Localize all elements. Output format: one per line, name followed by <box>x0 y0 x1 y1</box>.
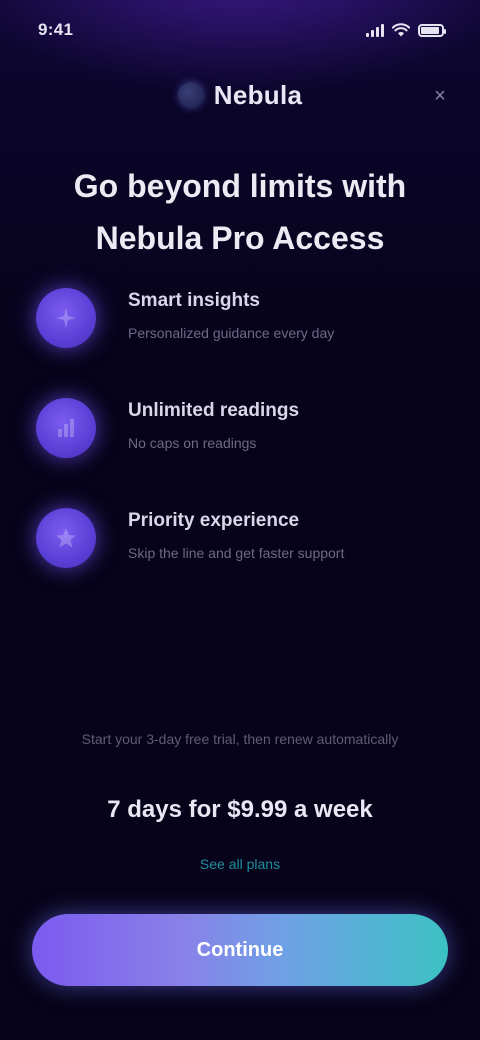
close-button[interactable]: × <box>428 84 452 108</box>
feature-title: Priority experience <box>128 510 300 531</box>
status-time: 9:41 <box>38 20 74 39</box>
cellular-signal-icon <box>366 23 384 37</box>
feature-title: Unlimited readings <box>128 400 300 421</box>
header: Nebula × <box>0 70 480 120</box>
feature-description: Personalized guidance every day <box>128 325 335 341</box>
feature-text: Priority experience Skip the line and ge… <box>128 502 344 564</box>
feature-item: Smart insights Personalized guidance eve… <box>36 282 446 392</box>
price-text: 7 days for $9.99 a week <box>107 796 373 823</box>
feature-text: Unlimited readings No caps on readings <box>128 392 299 454</box>
wifi-icon <box>392 23 410 37</box>
close-icon: × <box>434 85 446 107</box>
feature-description: No caps on readings <box>128 435 257 451</box>
battery-icon <box>418 23 446 37</box>
feature-title: Smart insights <box>128 290 260 311</box>
sparkle-icon <box>36 288 96 348</box>
feature-description: Skip the line and get faster support <box>128 545 345 561</box>
star-icon <box>36 508 96 568</box>
status-icons <box>366 23 446 37</box>
status-bar: 9:41 <box>0 0 480 60</box>
feature-text: Smart insights Personalized guidance eve… <box>128 282 334 344</box>
feature-item: Priority experience Skip the line and ge… <box>36 502 446 612</box>
continue-button[interactable]: Continue <box>32 914 448 986</box>
trial-note: Start your 3-day free trial, then renew … <box>81 731 399 747</box>
brand: Nebula <box>177 79 303 111</box>
chart-icon <box>36 398 96 458</box>
planet-logo-icon <box>177 82 204 108</box>
paywall-screen: 9:41 Nebula × Go beyond limits with Nebu… <box>0 0 480 1040</box>
brand-name: Nebula <box>213 79 303 110</box>
see-all-plans-link[interactable]: See all plans <box>0 852 480 876</box>
page-title: Go beyond limits with Nebula Pro Access <box>73 168 407 256</box>
feature-item: Unlimited readings No caps on readings <box>36 392 446 502</box>
battery-level-fill <box>421 26 439 34</box>
feature-list: Smart insights Personalized guidance eve… <box>36 282 446 612</box>
